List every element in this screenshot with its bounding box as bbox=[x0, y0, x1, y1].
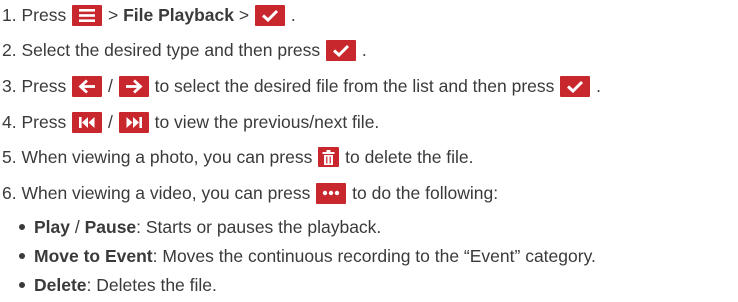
bullet-dot bbox=[19, 224, 25, 230]
checkmark-icon bbox=[560, 75, 591, 97]
play-term: Play bbox=[34, 217, 70, 237]
pause-term: Pause bbox=[84, 217, 137, 237]
step-text: Press bbox=[21, 112, 67, 132]
step-text: to select the desired file from the list… bbox=[154, 76, 555, 96]
checkmark-icon bbox=[254, 4, 285, 26]
period: . bbox=[290, 5, 296, 25]
step-text: When viewing a photo, you can press bbox=[21, 147, 313, 167]
step-number: 5. bbox=[2, 147, 17, 167]
right-arrow-icon bbox=[118, 75, 149, 97]
left-arrow-icon bbox=[72, 75, 103, 97]
bullet-item: Play / Pause : Starts or pauses the play… bbox=[19, 214, 381, 240]
step-number: 6. bbox=[2, 183, 17, 203]
step-number: 3. bbox=[2, 76, 17, 96]
separator: > bbox=[107, 5, 119, 25]
skip-previous-icon bbox=[72, 111, 103, 133]
step-text: Press bbox=[21, 76, 67, 96]
term-separator: / bbox=[70, 217, 85, 237]
step-number: 4. bbox=[2, 112, 17, 132]
more-icon bbox=[316, 182, 347, 204]
bullet-description: : Moves the continuous recording to the … bbox=[152, 246, 596, 266]
menu-icon bbox=[72, 4, 103, 26]
step-text: Press bbox=[21, 5, 67, 25]
trash-icon bbox=[318, 147, 340, 167]
bullet-description: : Starts or pauses the playback. bbox=[136, 217, 382, 237]
step-number: 2. bbox=[2, 40, 17, 60]
step-number: 1. bbox=[2, 5, 17, 25]
move-to-event-term: Move to Event bbox=[34, 246, 153, 266]
step-text: When viewing a video, you can press bbox=[21, 183, 311, 203]
period: . bbox=[361, 40, 367, 60]
delete-term: Delete bbox=[34, 275, 87, 295]
step-text: Select the desired type and then press bbox=[21, 40, 321, 60]
step-text: to view the previous/next file. bbox=[154, 112, 380, 132]
step-1: 1. Press > File Playback > . bbox=[2, 2, 296, 28]
checkmark-icon bbox=[326, 39, 357, 61]
skip-next-icon bbox=[118, 111, 149, 133]
bullet-dot bbox=[19, 282, 25, 288]
file-playback-label: File Playback bbox=[123, 5, 234, 25]
bullet-dot bbox=[19, 253, 25, 259]
step-text: to do the following: bbox=[352, 183, 499, 203]
step-2: 2. Select the desired type and then pres… bbox=[2, 37, 367, 63]
period: . bbox=[596, 76, 602, 96]
bullet-description: : Deletes the file. bbox=[86, 275, 217, 295]
step-4: 4. Press / to view the previous/next fil… bbox=[2, 109, 379, 135]
step-3: 3. Press / to select the desired file fr… bbox=[2, 73, 601, 99]
step-text: to delete the file. bbox=[345, 147, 474, 167]
step-5: 5. When viewing a photo, you can press t… bbox=[2, 144, 474, 170]
separator: > bbox=[238, 5, 250, 25]
step-6: 6. When viewing a video, you can press t… bbox=[2, 180, 498, 206]
bullet-item: Move to Event : Moves the continuous rec… bbox=[19, 243, 596, 269]
bullet-item: Delete : Deletes the file. bbox=[19, 272, 217, 298]
